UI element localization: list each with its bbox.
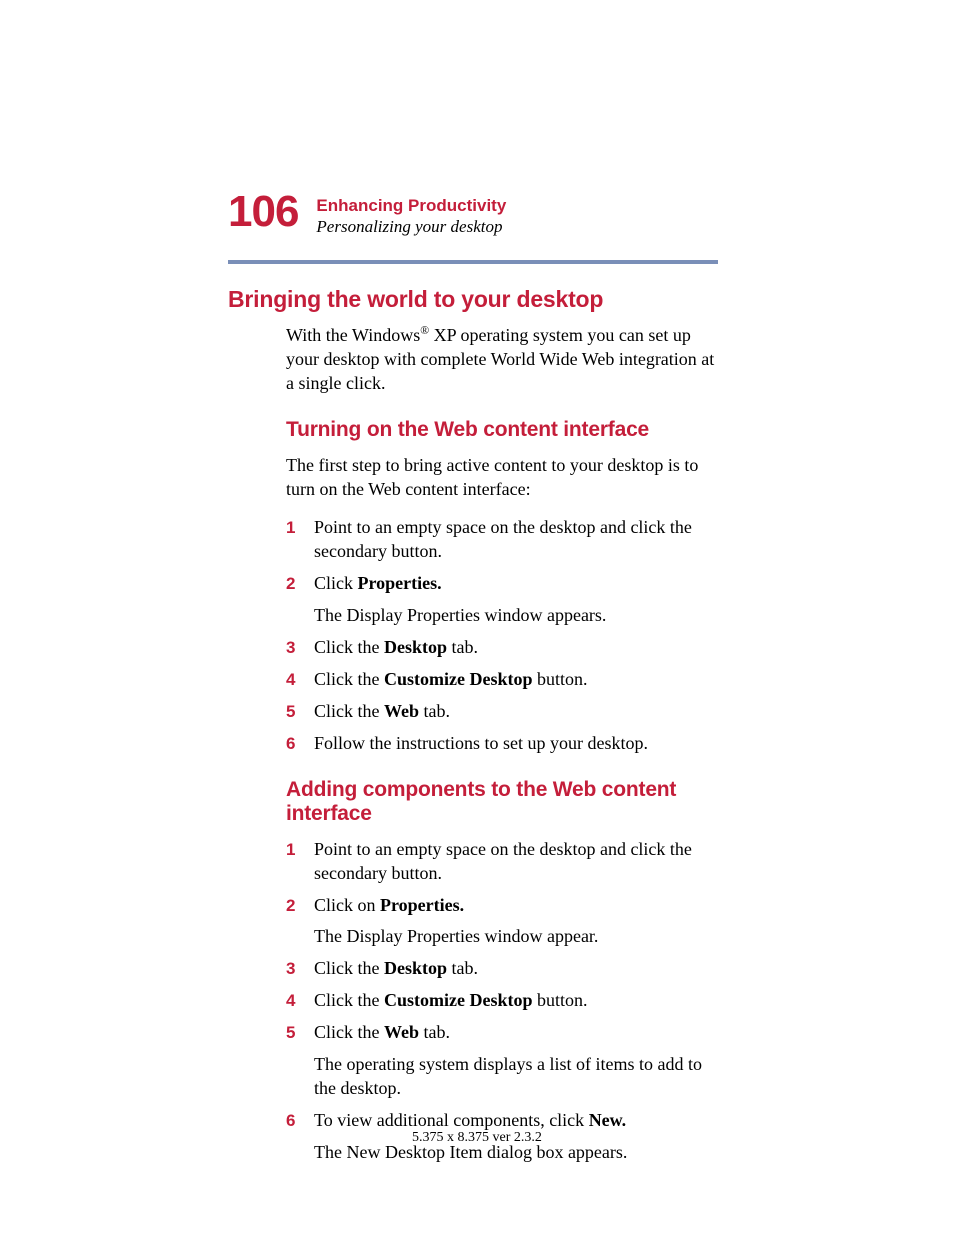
step-body: Point to an empty space on the desktop a… — [314, 838, 718, 886]
step-result: The Display Properties window appears. — [314, 604, 718, 628]
page-footer: 5.375 x 8.375 ver 2.3.2 — [0, 1130, 954, 1146]
step-body: Click the Web tab. — [314, 700, 718, 724]
step: 4Click the Customize Desktop button. — [286, 989, 718, 1013]
step: 5Click the Web tab. — [286, 700, 718, 724]
sec2-steps: 1Point to an empty space on the desktop … — [286, 838, 718, 1165]
intro-paragraph: With the Windows® XP operating system yo… — [286, 323, 718, 396]
step: 4Click the Customize Desktop button. — [286, 668, 718, 692]
step: 2Click Properties.The Display Properties… — [286, 572, 718, 628]
step-number: 2 — [286, 894, 314, 950]
heading-adding-components: Adding components to the Web content int… — [286, 778, 718, 826]
step: 1Point to an empty space on the desktop … — [286, 516, 718, 564]
step-number: 4 — [286, 668, 314, 692]
step-body: Point to an empty space on the desktop a… — [314, 516, 718, 564]
step: 1Point to an empty space on the desktop … — [286, 838, 718, 886]
step-number: 5 — [286, 700, 314, 724]
step-number: 4 — [286, 989, 314, 1013]
horizontal-rule — [228, 260, 718, 264]
step-body: Click Properties.The Display Properties … — [314, 572, 718, 628]
header-text: Enhancing Productivity Personalizing you… — [316, 190, 506, 238]
sec1-steps: 1Point to an empty space on the desktop … — [286, 516, 718, 756]
step-number: 5 — [286, 1021, 314, 1101]
step: 3Click the Desktop tab. — [286, 957, 718, 981]
step-body: Click on Properties.The Display Properti… — [314, 894, 718, 950]
heading-turning-on: Turning on the Web content interface — [286, 418, 718, 442]
step: 3Click the Desktop tab. — [286, 636, 718, 660]
step: 2Click on Properties.The Display Propert… — [286, 894, 718, 950]
step-number: 3 — [286, 636, 314, 660]
step-number: 1 — [286, 838, 314, 886]
sec1-intro: The first step to bring active content t… — [286, 454, 718, 502]
step-number: 6 — [286, 732, 314, 756]
step-body: Click the Customize Desktop button. — [314, 989, 718, 1013]
step-number: 3 — [286, 957, 314, 981]
step-body: Click the Web tab.The operating system d… — [314, 1021, 718, 1101]
step: 6Follow the instructions to set up your … — [286, 732, 718, 756]
page-number: 106 — [228, 190, 298, 234]
step-result: The Display Properties window appear. — [314, 925, 718, 949]
step-body: Follow the instructions to set up your d… — [314, 732, 718, 756]
page-header: 106 Enhancing Productivity Personalizing… — [228, 190, 718, 238]
step-body: Click the Desktop tab. — [314, 636, 718, 660]
chapter-title: Enhancing Productivity — [316, 196, 506, 216]
step-body: Click the Desktop tab. — [314, 957, 718, 981]
heading-bringing-world: Bringing the world to your desktop — [228, 286, 718, 313]
step: 5Click the Web tab.The operating system … — [286, 1021, 718, 1101]
step-result: The operating system displays a list of … — [314, 1053, 718, 1101]
page-content: 106 Enhancing Productivity Personalizing… — [228, 190, 718, 1173]
section-subtitle: Personalizing your desktop — [316, 216, 506, 238]
step-number: 2 — [286, 572, 314, 628]
step-number: 1 — [286, 516, 314, 564]
step-body: Click the Customize Desktop button. — [314, 668, 718, 692]
